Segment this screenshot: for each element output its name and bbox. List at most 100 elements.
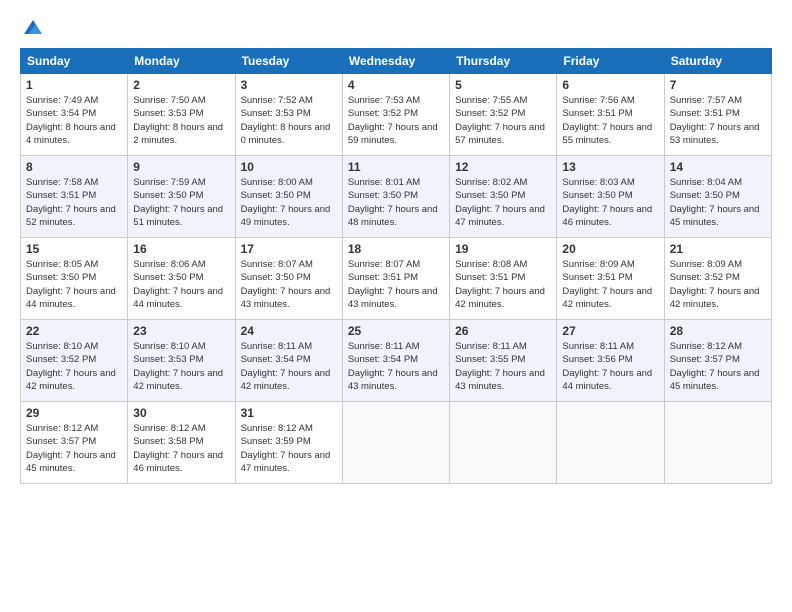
- daylight-label: Daylight: 7 hours and 43 minutes.: [241, 286, 331, 310]
- daylight-label: Daylight: 7 hours and 52 minutes.: [26, 204, 116, 228]
- day-number: 5: [455, 78, 551, 92]
- sunset-label: Sunset: 3:50 PM: [562, 190, 632, 201]
- day-info: Sunrise: 8:11 AM Sunset: 3:54 PM Dayligh…: [348, 340, 444, 393]
- day-number: 1: [26, 78, 122, 92]
- calendar-cell: 18 Sunrise: 8:07 AM Sunset: 3:51 PM Dayl…: [342, 238, 449, 320]
- col-header-friday: Friday: [557, 49, 664, 74]
- day-number: 23: [133, 324, 229, 338]
- day-number: 3: [241, 78, 337, 92]
- daylight-label: Daylight: 7 hours and 53 minutes.: [670, 122, 760, 146]
- col-header-monday: Monday: [128, 49, 235, 74]
- daylight-label: Daylight: 7 hours and 42 minutes.: [241, 368, 331, 392]
- day-number: 4: [348, 78, 444, 92]
- col-header-sunday: Sunday: [21, 49, 128, 74]
- day-info: Sunrise: 8:11 AM Sunset: 3:56 PM Dayligh…: [562, 340, 658, 393]
- col-header-tuesday: Tuesday: [235, 49, 342, 74]
- day-info: Sunrise: 8:07 AM Sunset: 3:50 PM Dayligh…: [241, 258, 337, 311]
- calendar-cell: 30 Sunrise: 8:12 AM Sunset: 3:58 PM Dayl…: [128, 402, 235, 484]
- daylight-label: Daylight: 7 hours and 47 minutes.: [455, 204, 545, 228]
- calendar-cell: 4 Sunrise: 7:53 AM Sunset: 3:52 PM Dayli…: [342, 74, 449, 156]
- sunset-label: Sunset: 3:50 PM: [133, 272, 203, 283]
- day-number: 18: [348, 242, 444, 256]
- calendar-cell: 13 Sunrise: 8:03 AM Sunset: 3:50 PM Dayl…: [557, 156, 664, 238]
- day-number: 7: [670, 78, 766, 92]
- daylight-label: Daylight: 7 hours and 47 minutes.: [241, 450, 331, 474]
- day-info: Sunrise: 7:50 AM Sunset: 3:53 PM Dayligh…: [133, 94, 229, 147]
- sunset-label: Sunset: 3:51 PM: [562, 108, 632, 119]
- day-info: Sunrise: 7:52 AM Sunset: 3:53 PM Dayligh…: [241, 94, 337, 147]
- day-number: 17: [241, 242, 337, 256]
- week-row-3: 15 Sunrise: 8:05 AM Sunset: 3:50 PM Dayl…: [21, 238, 772, 320]
- week-row-2: 8 Sunrise: 7:58 AM Sunset: 3:51 PM Dayli…: [21, 156, 772, 238]
- day-info: Sunrise: 7:58 AM Sunset: 3:51 PM Dayligh…: [26, 176, 122, 229]
- sunset-label: Sunset: 3:58 PM: [133, 436, 203, 447]
- daylight-label: Daylight: 7 hours and 45 minutes.: [670, 368, 760, 392]
- daylight-label: Daylight: 7 hours and 46 minutes.: [562, 204, 652, 228]
- sunrise-label: Sunrise: 8:01 AM: [348, 177, 420, 188]
- calendar-table: SundayMondayTuesdayWednesdayThursdayFrid…: [20, 48, 772, 484]
- sunset-label: Sunset: 3:51 PM: [670, 108, 740, 119]
- sunrise-label: Sunrise: 8:07 AM: [241, 259, 313, 270]
- calendar-cell: 2 Sunrise: 7:50 AM Sunset: 3:53 PM Dayli…: [128, 74, 235, 156]
- sunrise-label: Sunrise: 8:11 AM: [455, 341, 527, 352]
- calendar-cell: 24 Sunrise: 8:11 AM Sunset: 3:54 PM Dayl…: [235, 320, 342, 402]
- day-number: 27: [562, 324, 658, 338]
- day-number: 2: [133, 78, 229, 92]
- day-info: Sunrise: 8:10 AM Sunset: 3:53 PM Dayligh…: [133, 340, 229, 393]
- daylight-label: Daylight: 8 hours and 2 minutes.: [133, 122, 223, 146]
- daylight-label: Daylight: 7 hours and 44 minutes.: [133, 286, 223, 310]
- day-number: 25: [348, 324, 444, 338]
- sunset-label: Sunset: 3:59 PM: [241, 436, 311, 447]
- calendar-cell: 31 Sunrise: 8:12 AM Sunset: 3:59 PM Dayl…: [235, 402, 342, 484]
- calendar-cell: 14 Sunrise: 8:04 AM Sunset: 3:50 PM Dayl…: [664, 156, 771, 238]
- sunrise-label: Sunrise: 7:56 AM: [562, 95, 634, 106]
- daylight-label: Daylight: 7 hours and 42 minutes.: [455, 286, 545, 310]
- sunset-label: Sunset: 3:57 PM: [26, 436, 96, 447]
- day-info: Sunrise: 8:10 AM Sunset: 3:52 PM Dayligh…: [26, 340, 122, 393]
- day-number: 14: [670, 160, 766, 174]
- day-info: Sunrise: 8:06 AM Sunset: 3:50 PM Dayligh…: [133, 258, 229, 311]
- daylight-label: Daylight: 7 hours and 59 minutes.: [348, 122, 438, 146]
- sunrise-label: Sunrise: 8:05 AM: [26, 259, 98, 270]
- day-info: Sunrise: 8:09 AM Sunset: 3:51 PM Dayligh…: [562, 258, 658, 311]
- sunset-label: Sunset: 3:50 PM: [26, 272, 96, 283]
- sunset-label: Sunset: 3:50 PM: [455, 190, 525, 201]
- sunrise-label: Sunrise: 8:06 AM: [133, 259, 205, 270]
- calendar-cell: 12 Sunrise: 8:02 AM Sunset: 3:50 PM Dayl…: [450, 156, 557, 238]
- sunset-label: Sunset: 3:52 PM: [455, 108, 525, 119]
- sunrise-label: Sunrise: 8:11 AM: [348, 341, 420, 352]
- day-info: Sunrise: 8:09 AM Sunset: 3:52 PM Dayligh…: [670, 258, 766, 311]
- logo-icon: [22, 16, 44, 38]
- sunrise-label: Sunrise: 7:58 AM: [26, 177, 98, 188]
- day-number: 21: [670, 242, 766, 256]
- day-number: 9: [133, 160, 229, 174]
- sunrise-label: Sunrise: 8:04 AM: [670, 177, 742, 188]
- day-number: 10: [241, 160, 337, 174]
- sunrise-label: Sunrise: 8:12 AM: [241, 423, 313, 434]
- calendar-cell: 23 Sunrise: 8:10 AM Sunset: 3:53 PM Dayl…: [128, 320, 235, 402]
- sunrise-label: Sunrise: 8:10 AM: [26, 341, 98, 352]
- day-number: 11: [348, 160, 444, 174]
- calendar-cell: 5 Sunrise: 7:55 AM Sunset: 3:52 PM Dayli…: [450, 74, 557, 156]
- sunset-label: Sunset: 3:50 PM: [241, 272, 311, 283]
- daylight-label: Daylight: 7 hours and 42 minutes.: [670, 286, 760, 310]
- sunset-label: Sunset: 3:54 PM: [26, 108, 96, 119]
- col-header-saturday: Saturday: [664, 49, 771, 74]
- logo: [20, 16, 44, 38]
- sunset-label: Sunset: 3:52 PM: [348, 108, 418, 119]
- day-info: Sunrise: 7:57 AM Sunset: 3:51 PM Dayligh…: [670, 94, 766, 147]
- daylight-label: Daylight: 7 hours and 42 minutes.: [562, 286, 652, 310]
- calendar-cell: 28 Sunrise: 8:12 AM Sunset: 3:57 PM Dayl…: [664, 320, 771, 402]
- day-number: 16: [133, 242, 229, 256]
- sunrise-label: Sunrise: 7:52 AM: [241, 95, 313, 106]
- calendar-cell: 19 Sunrise: 8:08 AM Sunset: 3:51 PM Dayl…: [450, 238, 557, 320]
- sunset-label: Sunset: 3:51 PM: [455, 272, 525, 283]
- day-number: 31: [241, 406, 337, 420]
- sunrise-label: Sunrise: 8:02 AM: [455, 177, 527, 188]
- calendar-cell: [342, 402, 449, 484]
- sunset-label: Sunset: 3:51 PM: [562, 272, 632, 283]
- sunset-label: Sunset: 3:50 PM: [133, 190, 203, 201]
- daylight-label: Daylight: 7 hours and 45 minutes.: [26, 450, 116, 474]
- calendar-cell: 10 Sunrise: 8:00 AM Sunset: 3:50 PM Dayl…: [235, 156, 342, 238]
- sunrise-label: Sunrise: 8:12 AM: [26, 423, 98, 434]
